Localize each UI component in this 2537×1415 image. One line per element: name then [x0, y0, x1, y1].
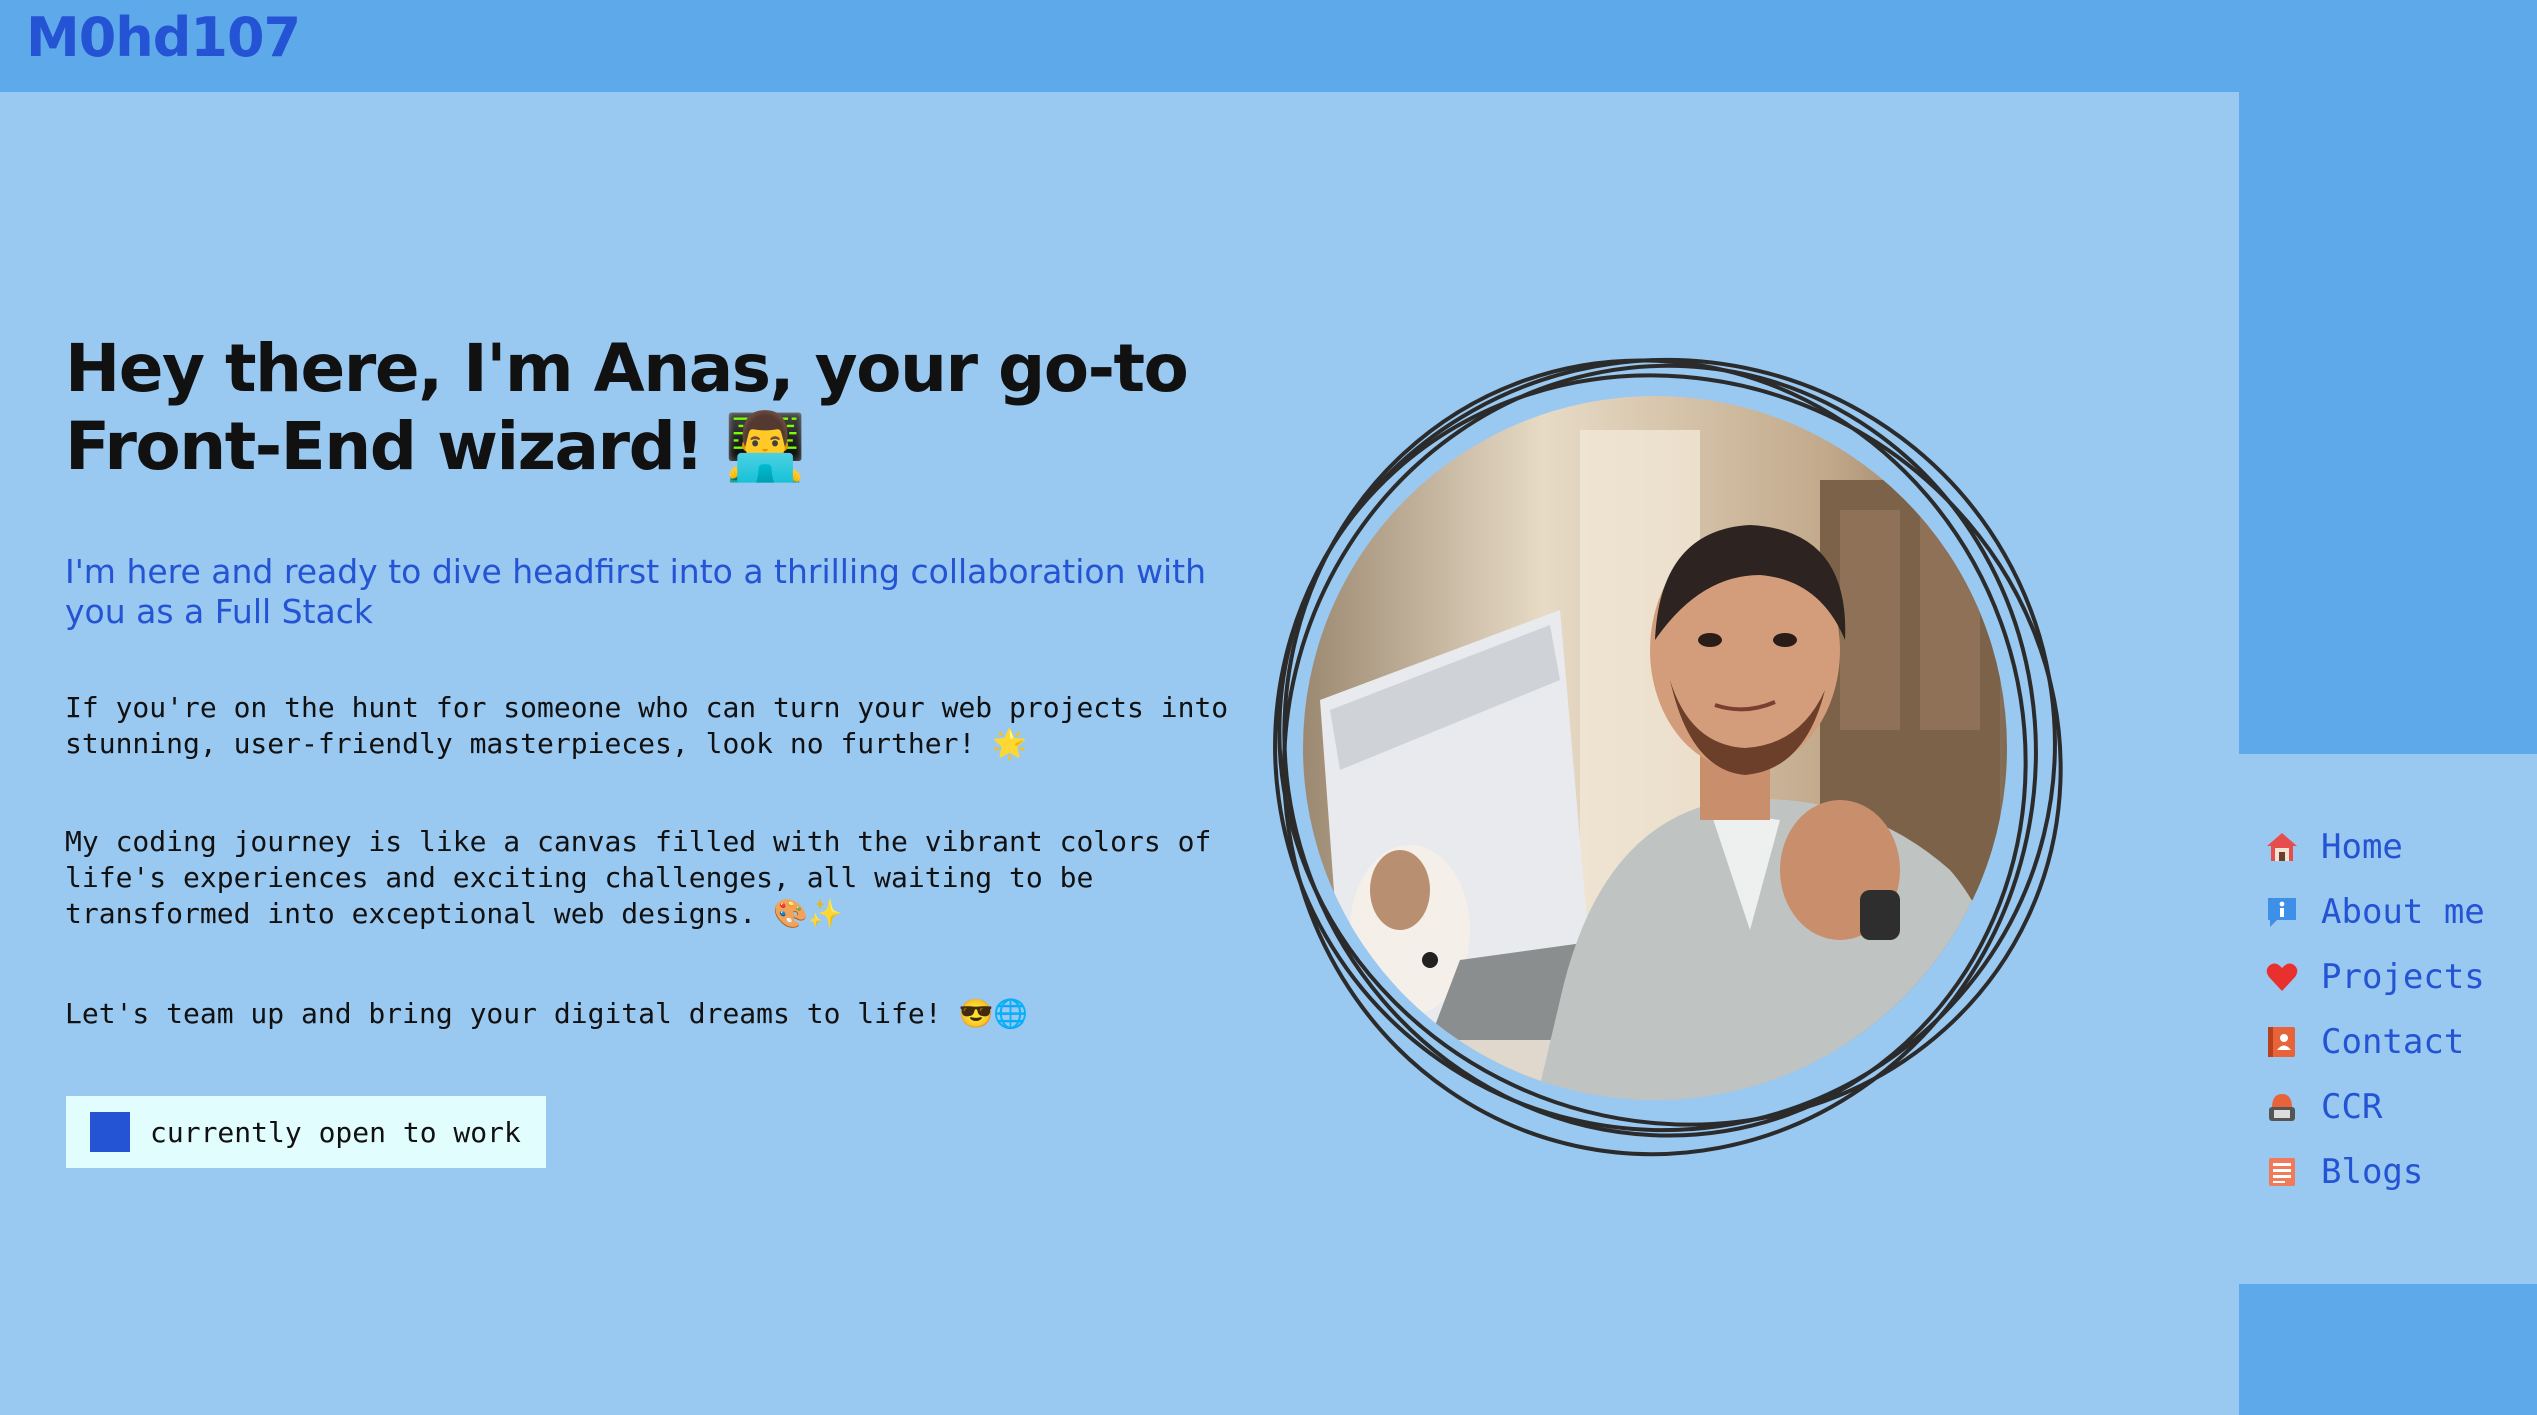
hero-subhead: I'm here and ready to dive headfirst int…	[65, 552, 1207, 631]
info-icon	[2263, 893, 2301, 931]
nav-item-projects[interactable]: Projects	[2263, 944, 2485, 1009]
nav-label-contact: Contact	[2321, 1021, 2465, 1062]
hero-headline: Hey there, I'm Anas, your go-to Front-En…	[65, 330, 1189, 485]
site-logo[interactable]: M0hd107	[26, 6, 301, 69]
sidebar-top-block	[2239, 92, 2537, 754]
home-icon	[2263, 828, 2301, 866]
portrait	[1260, 350, 2070, 1170]
journey-paragraph: My coding journey is like a canvas fille…	[65, 825, 1212, 930]
blog-icon	[2263, 1153, 2301, 1191]
contact-book-icon	[2263, 1023, 2301, 1061]
side-nav: Home About me Projects Contact CCR Blogs	[2239, 754, 2537, 1284]
nav-label-blogs: Blogs	[2321, 1151, 2424, 1192]
nav-item-home[interactable]: Home	[2263, 814, 2485, 879]
nav-item-blogs[interactable]: Blogs	[2263, 1139, 2485, 1204]
nav-label-home: Home	[2321, 826, 2403, 867]
nav-label-projects: Projects	[2321, 956, 2485, 997]
sidebar-bottom-block	[2239, 1284, 2537, 1415]
nav-item-ccr[interactable]: CCR	[2263, 1074, 2485, 1139]
open-to-work-label: currently open to work	[150, 1115, 521, 1149]
heart-icon	[2263, 958, 2301, 996]
status-square-icon	[90, 1112, 130, 1152]
nav-item-about[interactable]: About me	[2263, 879, 2485, 944]
open-to-work-badge: currently open to work	[66, 1096, 546, 1168]
nav-list: Home About me Projects Contact CCR Blogs	[2263, 814, 2485, 1204]
nav-item-contact[interactable]: Contact	[2263, 1009, 2485, 1074]
nav-label-ccr: CCR	[2321, 1086, 2383, 1127]
ccr-icon	[2263, 1088, 2301, 1126]
top-bar: M0hd107	[0, 0, 2537, 92]
nav-label-about: About me	[2321, 891, 2485, 932]
portrait-illustration-icon	[1273, 357, 2063, 1157]
team-up-paragraph: Let's team up and bring your digital dre…	[65, 997, 1029, 1030]
intro-paragraph: If you're on the hunt for someone who ca…	[65, 691, 1229, 760]
